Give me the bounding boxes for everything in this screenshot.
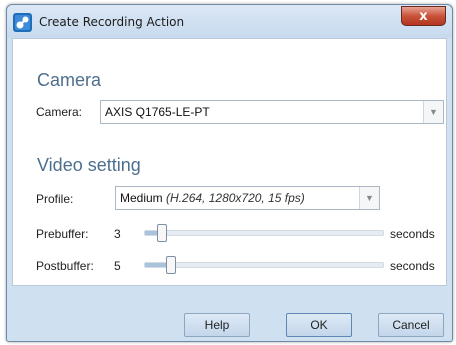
dialog-content: Camera Camera: AXIS Q1765-LE-PT ▼ Video … <box>12 38 447 286</box>
close-icon: x <box>419 8 428 24</box>
title-bar: Create Recording Action x <box>7 5 452 38</box>
profile-name: Medium <box>120 191 163 205</box>
postbuffer-value: 5 <box>114 259 121 273</box>
postbuffer-slider[interactable] <box>144 262 384 268</box>
postbuffer-unit: seconds <box>390 259 435 273</box>
prebuffer-slider-fill <box>145 231 157 235</box>
camera-select-value: AXIS Q1765-LE-PT <box>105 105 210 119</box>
postbuffer-label: Postbuffer: <box>36 259 94 273</box>
camera-label: Camera: <box>36 105 83 119</box>
video-setting-heading: Video setting <box>37 155 141 175</box>
help-button[interactable]: Help <box>184 313 250 337</box>
cancel-button[interactable]: Cancel <box>378 313 444 337</box>
create-recording-action-dialog: Create Recording Action x Camera Camera:… <box>6 4 453 342</box>
close-button[interactable]: x <box>401 6 446 26</box>
profile-select-value: Medium (H.264, 1280x720, 15 fps) <box>120 191 305 205</box>
dialog-button-bar: Help OK Cancel <box>12 292 449 338</box>
profile-detail: (H.264, 1280x720, 15 fps) <box>166 191 305 205</box>
prebuffer-label: Prebuffer: <box>36 227 89 241</box>
prebuffer-value: 3 <box>114 227 121 241</box>
postbuffer-slider-thumb[interactable] <box>166 256 176 274</box>
prebuffer-unit: seconds <box>390 227 435 241</box>
profile-label: Profile: <box>36 192 74 206</box>
window-title: Create Recording Action <box>39 15 185 29</box>
postbuffer-slider-fill <box>145 263 167 267</box>
profile-select[interactable]: Medium (H.264, 1280x720, 15 fps) ▼ <box>115 186 380 210</box>
recording-app-icon <box>13 13 32 32</box>
camera-select[interactable]: AXIS Q1765-LE-PT ▼ <box>100 100 444 124</box>
prebuffer-slider[interactable] <box>144 230 384 236</box>
camera-section-heading: Camera <box>37 70 102 90</box>
chevron-down-icon[interactable]: ▼ <box>359 187 379 209</box>
ok-button[interactable]: OK <box>286 313 352 337</box>
chevron-down-icon[interactable]: ▼ <box>423 101 443 123</box>
prebuffer-slider-thumb[interactable] <box>157 224 167 242</box>
